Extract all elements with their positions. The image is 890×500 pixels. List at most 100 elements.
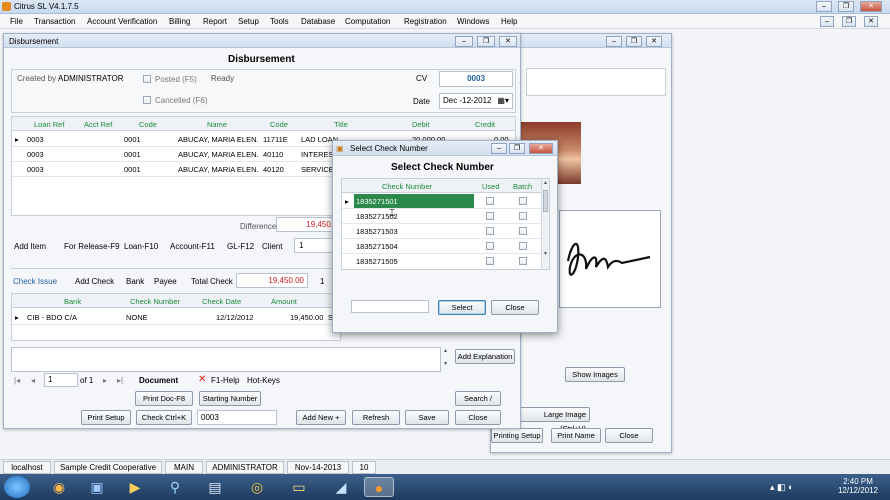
close-icon[interactable]: ✕ [860, 1, 882, 12]
posted-checkbox[interactable] [143, 75, 151, 83]
tray-icons[interactable]: ▴ ◧ ◐ [770, 482, 793, 493]
menu-help[interactable]: Help [501, 17, 517, 26]
check-number-row[interactable]: 1835271503 [342, 224, 541, 239]
taskbar-calculator-icon[interactable]: ▤ [200, 477, 230, 497]
add-item-link[interactable]: Add Item [14, 242, 46, 251]
starting-number-button[interactable]: Starting Number [199, 391, 261, 406]
dialog-restore-icon[interactable]: ❐ [509, 143, 525, 154]
used-checkbox[interactable] [486, 257, 494, 265]
check-number-row[interactable]: 1835271502 [342, 209, 541, 224]
client-field[interactable]: 1 [294, 238, 334, 253]
first-page-icon[interactable]: |◂ [14, 376, 20, 385]
taskbar-folder-icon[interactable]: ▭ [284, 477, 314, 497]
bank-link[interactable]: Bank [126, 277, 144, 286]
prev-page-icon[interactable]: ◂ [31, 376, 35, 385]
col-check-number[interactable]: Check Number [130, 297, 180, 306]
print-setup-button[interactable]: Print Setup [81, 410, 131, 425]
taskbar-app1-icon[interactable]: ◉ [44, 477, 74, 497]
dialog-minimize-icon[interactable]: – [491, 143, 507, 154]
last-page-icon[interactable]: ▸| [117, 376, 123, 385]
taskbar-citrus-icon[interactable]: ● [364, 477, 394, 497]
refresh-button[interactable]: Refresh [352, 410, 400, 425]
print-doc-button[interactable]: Print Doc-F8 [135, 391, 193, 406]
batch-checkbox[interactable] [519, 212, 527, 220]
used-checkbox[interactable] [486, 197, 494, 205]
restore-icon[interactable]: ❐ [838, 1, 854, 12]
add-new-button[interactable]: Add New + [296, 410, 346, 425]
print-name-button[interactable]: Print Name [551, 428, 601, 443]
next-page-icon[interactable]: ▸ [103, 376, 107, 385]
taskbar-media-icon[interactable]: ▶ [120, 477, 150, 497]
save-button[interactable]: Save [405, 410, 449, 425]
taskbar-search-icon[interactable]: ⚲ [160, 477, 190, 497]
dialog-close-icon[interactable]: ✕ [529, 143, 553, 154]
disb-close-button[interactable]: Close [455, 410, 501, 425]
dialog-scrollbar[interactable]: ▴ ▾ [541, 179, 549, 269]
calendar-icon[interactable]: ▦▾ [497, 94, 509, 108]
col-name[interactable]: Name [207, 120, 227, 129]
disb-restore-icon[interactable]: ❐ [477, 36, 495, 47]
menu-computation[interactable]: Computation [345, 17, 390, 26]
col-bank[interactable]: Bank [64, 297, 81, 306]
hotkeys-label[interactable]: Hot-Keys [247, 376, 280, 385]
payee-link[interactable]: Payee [154, 277, 177, 286]
dialog-search-field[interactable] [351, 300, 429, 313]
menu-tools[interactable]: Tools [270, 17, 289, 26]
taskbar-chrome-icon[interactable]: ◎ [242, 477, 272, 497]
col-acct-ref[interactable]: Acct Ref [84, 120, 112, 129]
start-button[interactable] [4, 476, 30, 498]
batch-checkbox[interactable] [519, 257, 527, 265]
taskbar-network-icon[interactable]: ▣ [82, 477, 112, 497]
col-check-number-dialog[interactable]: Check Number [382, 182, 432, 191]
minimize-icon[interactable]: – [816, 1, 832, 12]
disb-minimize-icon[interactable]: – [455, 36, 473, 47]
dialog-close-button[interactable]: Close [491, 300, 539, 315]
menu-registration[interactable]: Registration [404, 17, 447, 26]
mdi-restore-icon[interactable]: ❐ [842, 16, 856, 27]
loan-link[interactable]: Loan-F10 [124, 242, 158, 251]
explanation-scroll[interactable]: ▴ ▾ [441, 347, 450, 372]
batch-checkbox[interactable] [519, 197, 527, 205]
client-minimize-icon[interactable]: – [606, 36, 622, 47]
clock[interactable]: 2:40 PM 12/12/2012 [830, 477, 886, 495]
menu-setup[interactable]: Setup [238, 17, 259, 26]
col-batch[interactable]: Batch [513, 182, 532, 191]
account-link[interactable]: Account-F11 [170, 242, 215, 251]
menu-file[interactable]: File [10, 17, 23, 26]
printing-setup-button[interactable]: Printing Setup [491, 428, 543, 443]
mdi-close-icon[interactable]: ✕ [864, 16, 878, 27]
taskbar-tool-icon[interactable]: ◢ [326, 477, 356, 497]
col-loan-ref[interactable]: Loan Ref [34, 120, 64, 129]
col-check-date[interactable]: Check Date [202, 297, 241, 306]
mdi-minimize-icon[interactable]: – [820, 16, 834, 27]
used-checkbox[interactable] [486, 242, 494, 250]
client-link[interactable]: Client [262, 242, 282, 251]
check-number-field[interactable]: 0003 [197, 410, 277, 425]
batch-checkbox[interactable] [519, 227, 527, 235]
add-explanation-button[interactable]: Add Explanation [455, 349, 515, 364]
check-issue-tab[interactable]: Check Issue [13, 277, 57, 286]
col-used[interactable]: Used [482, 182, 500, 191]
menu-billing[interactable]: Billing [169, 17, 190, 26]
page-number-field[interactable]: 1 [44, 373, 78, 387]
menu-windows[interactable]: Windows [457, 17, 489, 26]
menu-transaction[interactable]: Transaction [34, 17, 76, 26]
menu-database[interactable]: Database [301, 17, 335, 26]
for-release-link[interactable]: For Release-F9 [64, 242, 120, 251]
help-label[interactable]: F1-Help [211, 376, 239, 385]
cancelled-checkbox[interactable] [143, 96, 151, 104]
date-field[interactable]: Dec -12-2012 ▦▾ [439, 93, 513, 109]
check-number-row[interactable]: 1835271505 [342, 254, 541, 269]
select-button[interactable]: Select [438, 300, 486, 315]
col-debit[interactable]: Debit [412, 120, 430, 129]
disb-close-icon[interactable]: ✕ [499, 36, 517, 47]
used-checkbox[interactable] [486, 212, 494, 220]
col-credit[interactable]: Credit [475, 120, 495, 129]
check-number-row[interactable]: 1835271504 [342, 239, 541, 254]
col-amount[interactable]: Amount [271, 297, 297, 306]
client-close-icon[interactable]: ✕ [646, 36, 662, 47]
check-ctrl-button[interactable]: Check Ctrl+K [136, 410, 192, 425]
menu-account-verification[interactable]: Account Verification [87, 17, 157, 26]
used-checkbox[interactable] [486, 227, 494, 235]
col-code-2[interactable]: Code [270, 120, 288, 129]
